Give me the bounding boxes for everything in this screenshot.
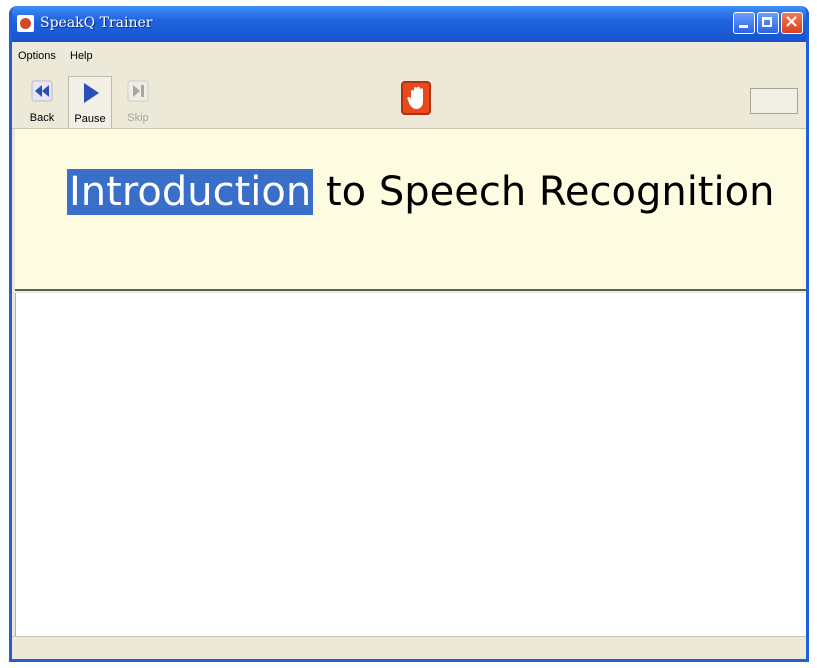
minimize-icon [739,25,748,28]
skip-label: Skip [127,112,149,124]
menu-help[interactable]: Help [70,50,93,62]
maximize-icon [762,17,772,27]
speakq-trainer-window: SpeakQ Trainer × Options Help Back Pause [9,6,809,662]
play-icon [84,83,99,103]
window-title: SpeakQ Trainer [40,15,153,31]
minimize-button[interactable] [733,12,755,34]
pause-button[interactable]: Pause [68,76,112,128]
rewind-icon [31,80,53,102]
close-icon: × [784,11,800,32]
status-indicator [750,88,798,114]
stop-button[interactable] [401,81,431,115]
title-bar[interactable]: SpeakQ Trainer × [12,6,806,42]
skip-button[interactable]: Skip [118,76,158,128]
status-bar [12,636,806,659]
menu-bar: Options Help [12,42,806,68]
lesson-title-rest: to Speech Recognition [313,169,775,215]
highlighted-word: Introduction [67,169,314,215]
back-label: Back [29,112,55,124]
lesson-title-panel: Introduction to Speech Recognition [15,129,806,291]
content-area [15,293,806,636]
close-button[interactable]: × [781,11,803,34]
hand-stop-icon [407,86,423,109]
maximize-button[interactable] [757,12,779,34]
back-button[interactable]: Back [22,76,62,128]
app-icon [17,15,34,32]
pause-label: Pause [74,113,106,125]
skip-icon [127,80,149,102]
lesson-title: Introduction to Speech Recognition [67,169,774,215]
menu-options[interactable]: Options [18,50,56,62]
toolbar: Back Pause Skip [12,68,806,129]
